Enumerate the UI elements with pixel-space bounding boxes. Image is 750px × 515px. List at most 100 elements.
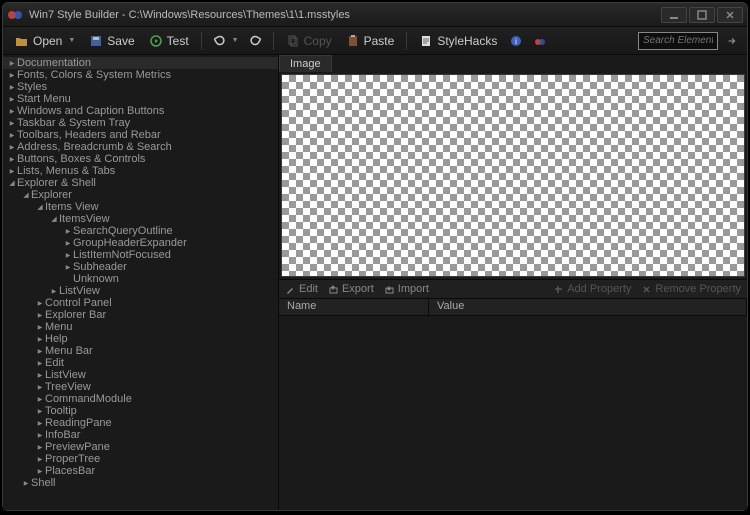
- stylehacks-button[interactable]: StyleHacks: [413, 32, 503, 50]
- tree-item[interactable]: Explorer: [3, 189, 278, 201]
- chevron-right-icon[interactable]: [35, 456, 45, 463]
- x-icon: [641, 284, 652, 295]
- tree-item[interactable]: Menu Bar: [3, 345, 278, 357]
- chevron-down-icon[interactable]: [35, 203, 45, 211]
- tree-item[interactable]: Unknown: [3, 273, 278, 285]
- tree-panel[interactable]: DocumentationFonts, Colors & System Metr…: [3, 55, 279, 510]
- tree-item[interactable]: Help: [3, 333, 278, 345]
- remove-property-button[interactable]: Remove Property: [637, 283, 745, 295]
- chevron-right-icon[interactable]: [7, 60, 17, 67]
- column-name[interactable]: Name: [279, 299, 429, 315]
- undo-button[interactable]: ▼: [208, 32, 243, 50]
- open-button[interactable]: Open ▼: [9, 32, 81, 50]
- tree-item[interactable]: SearchQueryOutline: [3, 225, 278, 237]
- tree-item[interactable]: Items View: [3, 201, 278, 213]
- test-button[interactable]: Test: [143, 32, 195, 50]
- chevron-right-icon[interactable]: [35, 468, 45, 475]
- tree-item[interactable]: Address, Breadcrumb & Search: [3, 141, 278, 153]
- chevron-right-icon[interactable]: [35, 360, 45, 367]
- chevron-right-icon[interactable]: [63, 252, 73, 259]
- image-viewer[interactable]: [281, 74, 745, 277]
- tree-item[interactable]: ListView: [3, 369, 278, 381]
- tree-item[interactable]: Lists, Menus & Tabs: [3, 165, 278, 177]
- import-button[interactable]: Import: [380, 283, 433, 295]
- chevron-right-icon[interactable]: [63, 228, 73, 235]
- tree-item[interactable]: Windows and Caption Buttons: [3, 105, 278, 117]
- chevron-right-icon[interactable]: [7, 168, 17, 175]
- tree-item[interactable]: CommandModule: [3, 393, 278, 405]
- chevron-right-icon[interactable]: [35, 372, 45, 379]
- tree-item[interactable]: PlacesBar: [3, 465, 278, 477]
- minimize-button[interactable]: [661, 7, 687, 23]
- chevron-right-icon[interactable]: [35, 324, 45, 331]
- tree-item[interactable]: InfoBar: [3, 429, 278, 441]
- column-value[interactable]: Value: [429, 299, 747, 315]
- chevron-down-icon[interactable]: [7, 179, 17, 187]
- add-property-button[interactable]: Add Property: [549, 283, 635, 295]
- chevron-right-icon[interactable]: [35, 444, 45, 451]
- tree-item[interactable]: Styles: [3, 81, 278, 93]
- chevron-right-icon[interactable]: [49, 288, 59, 295]
- chevron-down-icon[interactable]: [21, 191, 31, 199]
- tree-item[interactable]: Menu: [3, 321, 278, 333]
- chevron-right-icon[interactable]: [35, 336, 45, 343]
- tab-image[interactable]: Image: [279, 55, 332, 72]
- chevron-right-icon[interactable]: [7, 96, 17, 103]
- copy-button[interactable]: Copy: [280, 32, 338, 50]
- search-go-button[interactable]: [723, 32, 741, 50]
- chevron-right-icon[interactable]: [35, 384, 45, 391]
- tree-item[interactable]: Control Panel: [3, 297, 278, 309]
- chevron-right-icon[interactable]: [7, 120, 17, 127]
- chevron-down-icon[interactable]: [49, 215, 59, 223]
- tree-item[interactable]: Tooltip: [3, 405, 278, 417]
- tree-item[interactable]: ListView: [3, 285, 278, 297]
- chevron-right-icon[interactable]: [21, 480, 31, 487]
- tree-item[interactable]: Taskbar & System Tray: [3, 117, 278, 129]
- chevron-right-icon[interactable]: [35, 420, 45, 427]
- tree-item[interactable]: Explorer Bar: [3, 309, 278, 321]
- maximize-button[interactable]: [689, 7, 715, 23]
- tree-item[interactable]: ProperTree: [3, 453, 278, 465]
- chevron-right-icon[interactable]: [7, 72, 17, 79]
- chevron-right-icon[interactable]: [7, 132, 17, 139]
- tree-item[interactable]: Fonts, Colors & System Metrics: [3, 69, 278, 81]
- tree-item[interactable]: Buttons, Boxes & Controls: [3, 153, 278, 165]
- color-tool-button[interactable]: [529, 32, 551, 50]
- redo-button[interactable]: [245, 32, 267, 50]
- tree-item[interactable]: GroupHeaderExpander: [3, 237, 278, 249]
- chevron-right-icon[interactable]: [7, 84, 17, 91]
- chevron-right-icon[interactable]: [7, 144, 17, 151]
- tree-item[interactable]: Explorer & Shell: [3, 177, 278, 189]
- tree-item[interactable]: TreeView: [3, 381, 278, 393]
- search-input[interactable]: [639, 35, 717, 46]
- chevron-right-icon[interactable]: [7, 156, 17, 163]
- chevron-right-icon[interactable]: [35, 348, 45, 355]
- tree-item[interactable]: Shell: [3, 477, 278, 489]
- tree-item[interactable]: Start Menu: [3, 93, 278, 105]
- save-button[interactable]: Save: [83, 32, 140, 50]
- chevron-right-icon[interactable]: [35, 432, 45, 439]
- paste-button[interactable]: Paste: [340, 32, 401, 50]
- tree-item[interactable]: ReadingPane: [3, 417, 278, 429]
- chevron-right-icon[interactable]: [35, 300, 45, 307]
- tree-item[interactable]: Subheader: [3, 261, 278, 273]
- close-button[interactable]: [717, 7, 743, 23]
- folder-open-icon: [15, 34, 29, 48]
- chevron-right-icon[interactable]: [35, 396, 45, 403]
- search-box[interactable]: [638, 32, 718, 50]
- chevron-right-icon[interactable]: [63, 264, 73, 271]
- tree-item[interactable]: ItemsView: [3, 213, 278, 225]
- chevron-right-icon[interactable]: [63, 240, 73, 247]
- titlebar[interactable]: Win7 Style Builder - C:\Windows\Resource…: [3, 3, 747, 27]
- info-button[interactable]: i: [505, 32, 527, 50]
- chevron-right-icon[interactable]: [35, 312, 45, 319]
- tree-item[interactable]: Edit: [3, 357, 278, 369]
- edit-button[interactable]: Edit: [281, 283, 322, 295]
- tree-item[interactable]: Documentation: [3, 57, 278, 69]
- chevron-right-icon[interactable]: [35, 408, 45, 415]
- export-button[interactable]: Export: [324, 283, 378, 295]
- tree-item[interactable]: ListItemNotFocused: [3, 249, 278, 261]
- tree-item[interactable]: Toolbars, Headers and Rebar: [3, 129, 278, 141]
- chevron-right-icon[interactable]: [7, 108, 17, 115]
- tree-item[interactable]: PreviewPane: [3, 441, 278, 453]
